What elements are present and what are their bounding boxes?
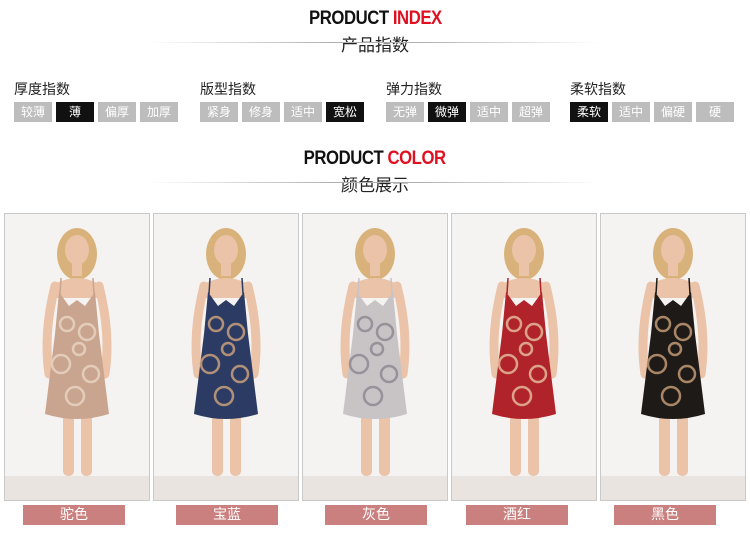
index-tag: 适中 <box>470 102 508 122</box>
heading-divider <box>150 42 600 43</box>
index-tag: 修身 <box>242 102 280 122</box>
index-tag: 无弹 <box>386 102 424 122</box>
photo-floor <box>452 476 596 500</box>
group-title: 弹力指数 <box>386 82 442 98</box>
index-tag: 较薄 <box>14 102 52 122</box>
index-heading-en: PRODUCT INDEX <box>309 8 442 30</box>
photo-floor <box>154 476 298 500</box>
index-tag: 偏硬 <box>654 102 692 122</box>
face <box>65 235 89 265</box>
color-label: 宝蓝 <box>176 505 278 525</box>
photo-floor <box>303 476 447 500</box>
product-index-panel: 厚度指数 较薄 薄 偏厚 加厚 版型指数 紧身 修身 适中 宽松 弹力指数 无弹… <box>14 80 744 122</box>
color-label: 酒红 <box>466 505 568 525</box>
photo-floor <box>601 476 745 500</box>
index-tag: 适中 <box>612 102 650 122</box>
left-strap <box>59 277 62 295</box>
neck <box>221 262 231 276</box>
left-strap <box>357 277 360 295</box>
index-group-softness: 柔软指数 柔软 适中 偏硬 硬 <box>570 80 734 122</box>
index-tag: 适中 <box>284 102 322 122</box>
heading-en-main: PRODUCT <box>308 8 389 29</box>
model-image <box>154 214 298 500</box>
right-strap <box>688 277 691 295</box>
color-heading-cn: 颜色展示 <box>341 176 409 196</box>
index-heading: PRODUCT INDEX 产品指数 <box>0 8 750 56</box>
index-tag-active: 柔软 <box>570 102 608 122</box>
neck <box>668 262 678 276</box>
shoulders <box>55 278 99 298</box>
left-strap <box>506 277 509 295</box>
index-tag: 硬 <box>696 102 734 122</box>
right-strap <box>390 277 393 295</box>
color-label: 灰色 <box>325 505 427 525</box>
heading-divider <box>150 182 600 183</box>
face <box>512 235 536 265</box>
heading-en-accent: COLOR <box>387 148 447 169</box>
group-title: 厚度指数 <box>14 82 70 98</box>
product-photo-wine-red[interactable] <box>451 213 597 501</box>
index-tag-active: 微弹 <box>428 102 466 122</box>
product-photo-royal-blue[interactable] <box>153 213 299 501</box>
right-strap <box>241 277 244 295</box>
index-tag-active: 薄 <box>56 102 94 122</box>
face <box>214 235 238 265</box>
face <box>363 235 387 265</box>
index-tag: 加厚 <box>140 102 178 122</box>
shoulders <box>651 278 695 298</box>
model-image <box>5 214 149 500</box>
left-strap <box>655 277 658 295</box>
index-group-thickness: 厚度指数 较薄 薄 偏厚 加厚 <box>14 80 178 122</box>
color-heading: PRODUCT COLOR 颜色展示 <box>0 148 750 196</box>
product-photo-black[interactable] <box>600 213 746 501</box>
product-photo-grey[interactable] <box>302 213 448 501</box>
index-tag-active: 宽松 <box>326 102 364 122</box>
tag-list: 较薄 薄 偏厚 加厚 <box>14 102 178 122</box>
group-title: 版型指数 <box>200 82 256 98</box>
tag-list: 紧身 修身 适中 宽松 <box>200 102 364 122</box>
model-image <box>303 214 447 500</box>
shoulders <box>204 278 248 298</box>
model-image <box>452 214 596 500</box>
color-photo-row <box>4 213 749 501</box>
shoulders <box>502 278 546 298</box>
photo-floor <box>5 476 149 500</box>
index-tag: 紧身 <box>200 102 238 122</box>
heading-en-accent: INDEX <box>392 8 442 29</box>
neck <box>72 262 82 276</box>
heading-en-main: PRODUCT <box>304 148 384 169</box>
color-label: 黑色 <box>614 505 716 525</box>
tag-list: 柔软 适中 偏硬 硬 <box>570 102 734 122</box>
left-strap <box>208 277 211 295</box>
right-strap <box>92 277 95 295</box>
index-tag: 偏厚 <box>98 102 136 122</box>
shoulders <box>353 278 397 298</box>
color-label: 驼色 <box>23 505 125 525</box>
index-tag: 超弹 <box>512 102 550 122</box>
color-heading-en: PRODUCT COLOR <box>304 148 446 170</box>
tag-list: 无弹 微弹 适中 超弹 <box>386 102 550 122</box>
group-title: 柔软指数 <box>570 82 626 98</box>
index-heading-cn: 产品指数 <box>341 36 409 56</box>
index-group-fit: 版型指数 紧身 修身 适中 宽松 <box>200 80 364 122</box>
right-strap <box>539 277 542 295</box>
color-label-row: 驼色 宝蓝 灰色 酒红 黑色 <box>0 505 750 527</box>
model-image <box>601 214 745 500</box>
index-group-elasticity: 弹力指数 无弹 微弹 适中 超弹 <box>386 80 550 122</box>
face <box>661 235 685 265</box>
neck <box>519 262 529 276</box>
neck <box>370 262 380 276</box>
product-photo-camel[interactable] <box>4 213 150 501</box>
